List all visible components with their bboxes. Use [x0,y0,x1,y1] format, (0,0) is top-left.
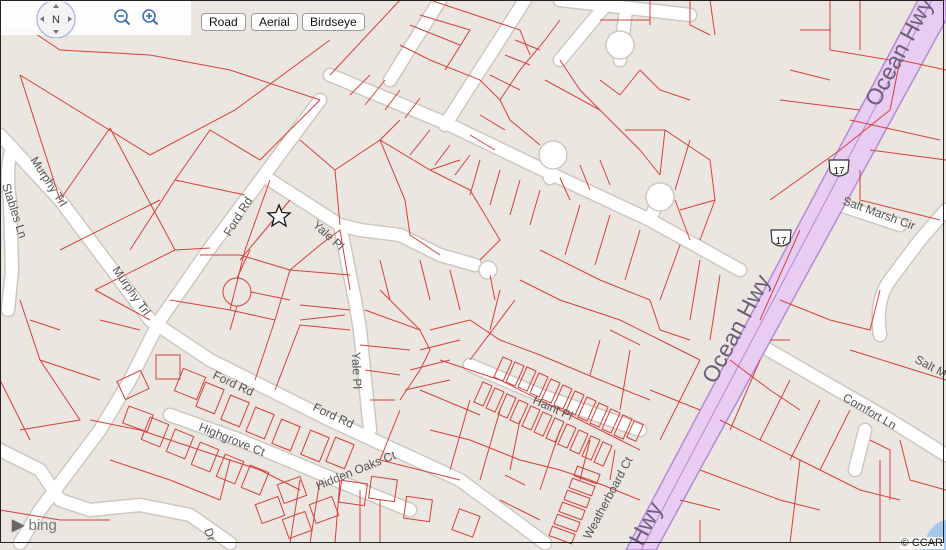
bing-logo-text: bing [28,517,57,534]
bing-logo: ▶ bing [12,517,57,534]
birdseye-view-button[interactable]: Birdseye [302,13,365,31]
compass-n-label: N [52,14,60,26]
zoom-out-icon[interactable] [113,8,131,26]
route-shield-17-upper-label: 17 [833,166,845,177]
yale-pl-label-lower: Yale Pl [349,352,364,390]
map-canvas[interactable]: Ocean Hwy Ocean Hwy Hwy 17 17 Murphy Trl… [0,0,946,550]
copyright-label: © CCAR [899,537,944,549]
compass-navigator[interactable]: N [34,2,78,38]
zoom-in-icon[interactable] [141,8,159,26]
map-toolbar-background [1,1,191,35]
route-shield-17-lower-label: 17 [775,236,787,247]
road-view-button[interactable]: Road [201,13,246,31]
aerial-view-button[interactable]: Aerial [251,13,298,31]
